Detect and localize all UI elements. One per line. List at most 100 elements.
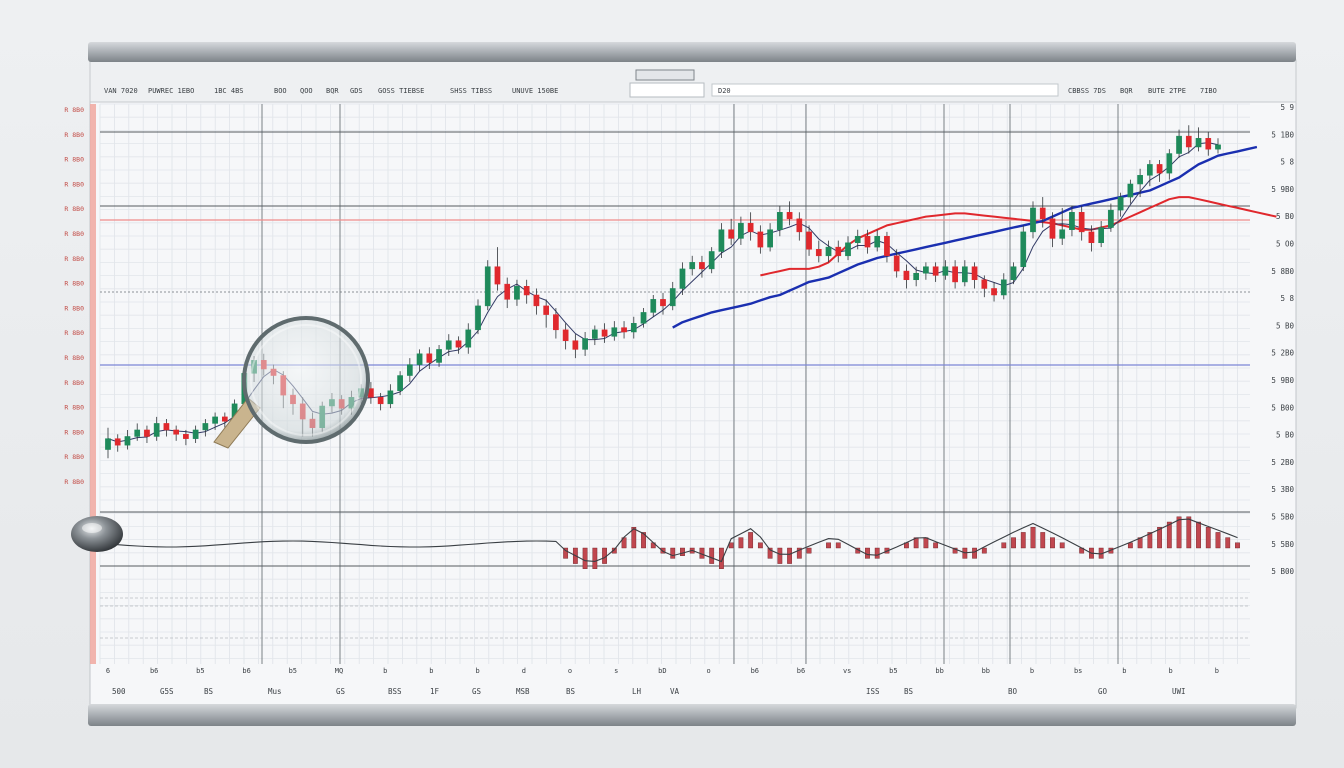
x-axis-tick-label: o bbox=[568, 667, 572, 675]
x-axis-tick-label: bb bbox=[935, 667, 943, 675]
header-text: GDS bbox=[350, 87, 363, 95]
candle-down bbox=[621, 327, 627, 333]
candle-down bbox=[796, 218, 803, 233]
left-axis-label: R 8B0 bbox=[64, 329, 84, 337]
x-axis-tick-label: s bbox=[614, 667, 618, 675]
oscillator-bar bbox=[1059, 542, 1065, 549]
candle-down bbox=[455, 340, 462, 348]
oscillator-bar bbox=[1186, 516, 1192, 549]
oscillator-bar bbox=[680, 547, 685, 556]
candle-up bbox=[689, 262, 696, 270]
footer-text: ISS bbox=[866, 687, 880, 696]
footer-text: 1F bbox=[430, 687, 440, 696]
right-axis-label: 5 B0 bbox=[1276, 321, 1295, 330]
oscillator-bar bbox=[981, 547, 987, 554]
right-axis-label: 5 B00 bbox=[1271, 403, 1294, 412]
header-text: 7IBO bbox=[1200, 87, 1217, 95]
left-axis-label: R 8B0 bbox=[64, 180, 84, 188]
footer-text: GS bbox=[472, 687, 482, 696]
right-axis-label: 5 2B0 bbox=[1271, 458, 1294, 467]
candle-up bbox=[1215, 144, 1221, 150]
candle-up bbox=[1108, 209, 1114, 228]
candle-up bbox=[679, 268, 686, 289]
candle-down bbox=[991, 288, 997, 296]
x-axis-tick-label: b6 bbox=[150, 667, 158, 675]
candle-down bbox=[523, 286, 530, 296]
candle-up bbox=[1146, 164, 1153, 176]
left-axis-label: R 8B0 bbox=[64, 205, 84, 213]
oscillator-bar bbox=[826, 542, 831, 549]
footer-text: UWI bbox=[1172, 687, 1186, 696]
footer-text: BS bbox=[904, 687, 914, 696]
header-text: VAN 7020 bbox=[104, 87, 138, 95]
candle-up bbox=[465, 329, 472, 348]
header-text: SHSS TIBSS bbox=[450, 87, 492, 95]
right-axis-label: 5 9B0 bbox=[1271, 185, 1294, 194]
candle-up bbox=[153, 423, 160, 437]
oscillator-bar bbox=[835, 542, 841, 549]
right-axis-label: 5 O0 bbox=[1276, 240, 1295, 249]
candle-down bbox=[728, 229, 735, 239]
x-axis-tick-label: b bbox=[383, 667, 387, 675]
left-axis-label: R 8B0 bbox=[64, 280, 84, 288]
candle-up bbox=[124, 436, 131, 446]
header-text: BUTE 2TPE bbox=[1148, 87, 1186, 95]
footer-text: G5S bbox=[160, 687, 174, 696]
x-axis-tick-label: b bbox=[1215, 667, 1219, 675]
left-axis-label: R 8B0 bbox=[64, 428, 84, 436]
candle-up bbox=[825, 246, 832, 257]
right-axis-label: 5 8 bbox=[1280, 294, 1294, 303]
candle-up bbox=[718, 229, 725, 252]
left-axis-label: R 8B0 bbox=[64, 404, 84, 412]
candle-up bbox=[640, 312, 647, 324]
left-axis-label: R 8B0 bbox=[64, 379, 84, 387]
candle-up bbox=[1000, 279, 1007, 296]
x-axis-tick-label: d bbox=[522, 667, 526, 675]
candle-up bbox=[845, 242, 851, 257]
footer-text: LH bbox=[632, 687, 642, 696]
candle-up bbox=[1069, 212, 1075, 230]
oscillator-bar bbox=[670, 547, 676, 559]
candle-down bbox=[173, 429, 180, 435]
chart-scene: VAN 7020 PUWREC 1EBO 1BC 4BS BOO QOO BQR GDS GO… bbox=[64, 42, 1297, 726]
candle-up bbox=[406, 364, 413, 376]
left-axis-label: R 8B0 bbox=[64, 304, 84, 312]
oscillator-bar bbox=[1196, 521, 1201, 549]
oscillator-bar bbox=[1176, 516, 1182, 549]
candle-up bbox=[1195, 138, 1202, 148]
candle-up bbox=[105, 438, 111, 450]
candle-down bbox=[971, 266, 978, 281]
candle-down bbox=[504, 283, 511, 300]
candle-up bbox=[776, 212, 783, 230]
oscillator-bar bbox=[1020, 532, 1026, 549]
oscillator-bar bbox=[1050, 537, 1055, 549]
oscillator-bar bbox=[933, 542, 939, 549]
candle-down bbox=[981, 279, 988, 289]
header-text: D20 bbox=[718, 87, 731, 95]
candle-down bbox=[163, 423, 170, 431]
slider-knob[interactable] bbox=[71, 516, 123, 552]
candle-up bbox=[1030, 207, 1036, 233]
right-axis-label: 5 5B0 bbox=[1271, 513, 1294, 522]
header-search-box[interactable] bbox=[711, 83, 1059, 97]
candle-up bbox=[1137, 175, 1143, 185]
candle-down bbox=[543, 305, 550, 315]
footer-text: VA bbox=[670, 687, 680, 696]
candle-down bbox=[533, 294, 540, 307]
bottom-rail bbox=[88, 704, 1296, 726]
candle-up bbox=[630, 323, 637, 333]
candle-up bbox=[1010, 266, 1017, 281]
header-text: CBBSS 7DS bbox=[1068, 87, 1106, 95]
footer-text: BS bbox=[204, 687, 214, 696]
candle-down bbox=[144, 429, 150, 437]
candle-up bbox=[1127, 183, 1134, 198]
x-axis-tick-label: b bbox=[1030, 667, 1034, 675]
oscillator-bar bbox=[709, 547, 715, 564]
oscillator-bar bbox=[1225, 537, 1231, 549]
candle-down bbox=[1156, 164, 1163, 174]
x-axis-tick-label: b5 bbox=[196, 667, 204, 675]
footer-text: BS bbox=[566, 687, 576, 696]
candle-up bbox=[961, 266, 968, 283]
x-axis-tick-label: b6 bbox=[242, 667, 250, 675]
candle-up bbox=[1020, 231, 1027, 267]
